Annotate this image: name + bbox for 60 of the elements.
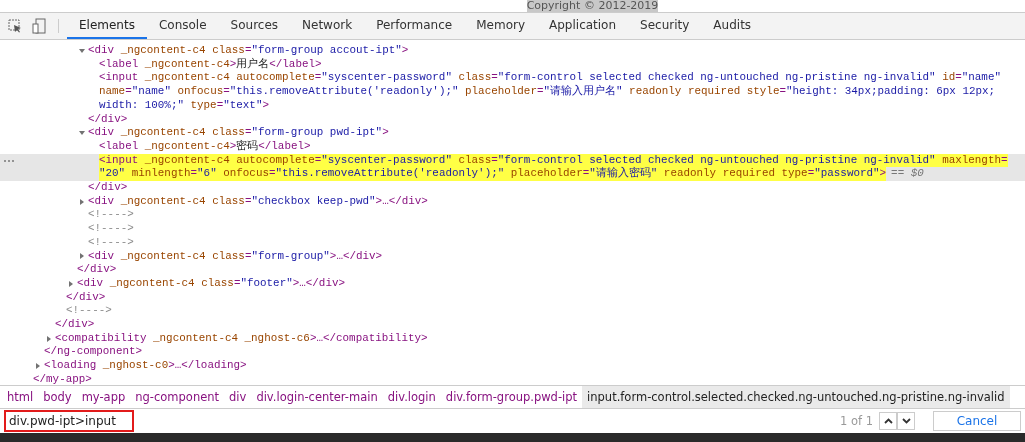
collapsed-triangle-icon[interactable]	[68, 280, 74, 287]
code-line: <div _ngcontent-c4 class="form-group accout-ipt">	[88, 44, 409, 58]
inspect-cursor-icon[interactable]	[8, 19, 22, 33]
code-line: <loading _nghost-c0>…</loading>	[44, 359, 247, 373]
panel-tab[interactable]: Memory	[464, 13, 537, 39]
collapsed-triangle-icon[interactable]	[79, 253, 85, 260]
breadcrumb-item[interactable]: body	[38, 386, 77, 408]
console-reference-label: == $0	[891, 167, 924, 182]
panel-tab[interactable]: Application	[537, 13, 629, 39]
code-line: <div _ngcontent-c4 class="footer">…</div>	[77, 276, 345, 291]
collapsed-triangle-icon[interactable]	[79, 198, 85, 205]
panel-tab[interactable]: Sources	[218, 13, 291, 39]
breadcrumb-item[interactable]: div.form-group.pwd-ipt	[440, 386, 583, 408]
panel-tab[interactable]: Console	[146, 13, 219, 39]
code-line: <label _ngcontent-c4>用户名</label>	[99, 57, 322, 72]
chevron-down-icon	[901, 418, 911, 424]
code-line: <!---->	[88, 208, 134, 223]
breadcrumb-item[interactable]: ng-component	[130, 386, 225, 408]
code-line: </div>	[88, 181, 128, 195]
code-line: <div _ngcontent-c4 class="checkbox keep-pwd">…</div>	[88, 194, 428, 209]
code-line: <div _ngcontent-c4 class="form-group pwd-ipt">	[88, 126, 389, 140]
breadcrumb-item[interactable]: input.form-control.selected.checked.ng-untouched.ng-pristine.ng-invalid	[582, 386, 1010, 408]
code-line: width: 100%;" type="text">	[99, 98, 269, 113]
code-line: <!---->	[88, 235, 134, 250]
code-line: name="name" onfocus="this.removeAttribute('readonly');" placeholder="请输入用户名" readonly required style="height: 34px;padding: 6px 12px;	[99, 85, 996, 99]
panel-tab[interactable]: Network	[290, 13, 365, 39]
code-line: <!---->	[88, 222, 134, 236]
code-line: <input _ngcontent-c4 autocomplete="syscenter-password" class="form-control selected checked ng-untouched ng-pristine ng-invalid" id="name"	[99, 71, 1001, 85]
breadcrumb-item[interactable]: div	[224, 386, 252, 408]
panel-tab[interactable]: Elements	[67, 13, 147, 39]
panel-tab[interactable]: Audits	[701, 13, 764, 39]
code-line: </div>	[55, 318, 95, 332]
code-line: </div>	[66, 290, 106, 305]
code-line: </ng-component>	[44, 345, 143, 360]
breadcrumb-item[interactable]: div.login	[382, 386, 441, 408]
cancel-button[interactable]: Cancel	[933, 411, 1021, 431]
code-line: <label _ngcontent-c4>密码</label>	[99, 139, 311, 154]
previous-match-button[interactable]	[879, 412, 897, 430]
breadcrumb-item[interactable]: my-app	[76, 386, 131, 408]
copyright-text: Copyright © 2012-2019	[526, 0, 659, 12]
device-toolbar-icon[interactable]	[32, 18, 46, 34]
collapsed-triangle-icon[interactable]	[35, 363, 41, 369]
next-match-button[interactable]	[897, 412, 915, 430]
collapsed-triangle-icon[interactable]	[46, 335, 52, 342]
code-line: <compatibility _ngcontent-c4 _nghost-c6>…</compatibility>	[55, 331, 428, 346]
panel-tab[interactable]: Performance	[364, 13, 465, 39]
code-line: </my-app>	[33, 372, 92, 385]
expanded-triangle-icon[interactable]	[79, 130, 85, 137]
match-count: 1 of 1	[839, 414, 873, 428]
more-icon[interactable]	[4, 159, 14, 162]
code-line: <!---->	[66, 304, 112, 319]
breadcrumb-item[interactable]: html	[2, 386, 39, 408]
code-line: </div>	[88, 112, 128, 127]
expanded-triangle-icon[interactable]	[79, 47, 85, 54]
code-line: </div>	[77, 263, 117, 277]
code-line: <div _ngcontent-c4 class="form-group">…</div>	[88, 249, 383, 264]
search-field[interactable]: div.pwd-ipt>input	[4, 410, 134, 432]
panel-tab[interactable]: Security	[628, 13, 702, 39]
chevron-up-icon	[883, 418, 893, 424]
breadcrumb-item[interactable]: div.login-center-main	[251, 386, 383, 408]
